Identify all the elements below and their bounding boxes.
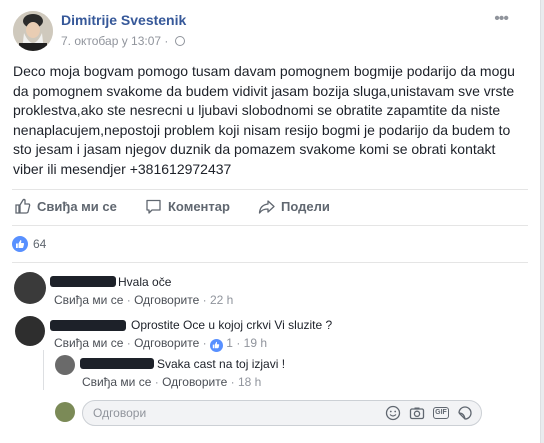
author-name[interactable]: Dimitrije Svestenik — [61, 12, 186, 28]
author-avatar[interactable] — [13, 11, 53, 51]
like-button-label: Свиђа ми се — [37, 199, 117, 214]
comment-sep: · — [154, 375, 159, 389]
comment-text: Oprostite Oce u kojoj crkvi Vi sluzite ? — [131, 318, 333, 332]
commenter-avatar[interactable] — [15, 316, 45, 346]
comment-like-link[interactable]: Свиђа ми се — [82, 375, 151, 389]
like-icon — [15, 198, 31, 214]
share-button[interactable]: Подели — [258, 198, 330, 215]
commenter-name-redacted — [50, 320, 126, 331]
comment-icon — [146, 199, 161, 214]
post-meta: 7. октобар у 13:07 · — [61, 34, 185, 48]
like-button[interactable]: Свиђа ми се — [14, 198, 117, 215]
comment-like-link[interactable]: Свиђа ми се — [54, 336, 123, 350]
reply-tools: GIF — [385, 405, 473, 421]
comment-text: Svaka cast na toj izjavi ! — [157, 357, 286, 371]
avatar-image — [13, 11, 53, 51]
globe-icon — [174, 36, 185, 46]
comment-sep: · — [126, 336, 131, 350]
comment-sep: · — [202, 293, 207, 307]
share-icon — [258, 200, 275, 214]
comment-reply-link[interactable]: Одговорите — [134, 336, 199, 350]
post-card: Dimitrije Svestenik 7. октобар у 13:07 ·… — [0, 0, 541, 443]
chevron-down-icon[interactable]: ••• — [494, 10, 509, 28]
comment-actions: Свиђа ми се · Одговорите · 1 · 19 h — [54, 336, 267, 352]
my-avatar — [55, 402, 75, 422]
commenter-name-redacted — [80, 358, 154, 369]
comment-sep: · — [236, 336, 241, 350]
divider — [12, 262, 528, 263]
comment-time[interactable]: 18 h — [238, 375, 261, 389]
comment-actions: Свиђа ми се · Одговорите · 22 h — [54, 293, 233, 307]
comment-reply-link[interactable]: Одговорите — [162, 375, 227, 389]
reaction-count: 64 — [33, 237, 47, 251]
comment-like-link[interactable]: Свиђа ми се — [54, 293, 123, 307]
reply-placeholder: Одговори — [93, 406, 147, 420]
like-reaction-icon — [12, 236, 28, 252]
commenter-avatar[interactable] — [55, 355, 75, 375]
emoji-icon[interactable] — [385, 405, 401, 421]
reply-thread-line — [43, 350, 44, 390]
comment-time[interactable]: 22 h — [210, 293, 233, 307]
post-timestamp[interactable]: 7. октобар у 13:07 — [61, 34, 161, 48]
comment-reply-link[interactable]: Одговорите — [134, 293, 199, 307]
comment-actions: Свиђа ми се · Одговорите · 18 h — [82, 375, 261, 389]
comment-button-label: Коментар — [168, 199, 230, 214]
reaction-summary[interactable]: 64 — [12, 236, 46, 252]
action-bar: Свиђа ми се Коментар Подели — [12, 189, 528, 226]
commenter-name-redacted — [50, 276, 116, 287]
reply-input[interactable]: Одговори GIF — [82, 400, 482, 426]
comment-button[interactable]: Коментар — [145, 198, 230, 215]
meta-separator: · — [164, 34, 169, 48]
comment-time[interactable]: 19 h — [244, 336, 267, 350]
post-body: Deco moja bogvam pomogo tusam davam pomo… — [13, 63, 515, 177]
sticker-icon[interactable] — [457, 405, 473, 421]
comment-text: Hvala oče — [118, 275, 172, 289]
comment-sep: · — [230, 375, 235, 389]
comment-sep: · — [202, 336, 207, 350]
commenter-avatar[interactable] — [14, 272, 46, 304]
camera-icon[interactable] — [409, 405, 425, 421]
comment-sep: · — [126, 293, 131, 307]
gif-icon[interactable]: GIF — [433, 405, 449, 421]
comment-like-count[interactable]: 1 — [226, 336, 233, 350]
like-reaction-icon — [209, 338, 223, 352]
share-button-label: Подели — [281, 199, 330, 214]
